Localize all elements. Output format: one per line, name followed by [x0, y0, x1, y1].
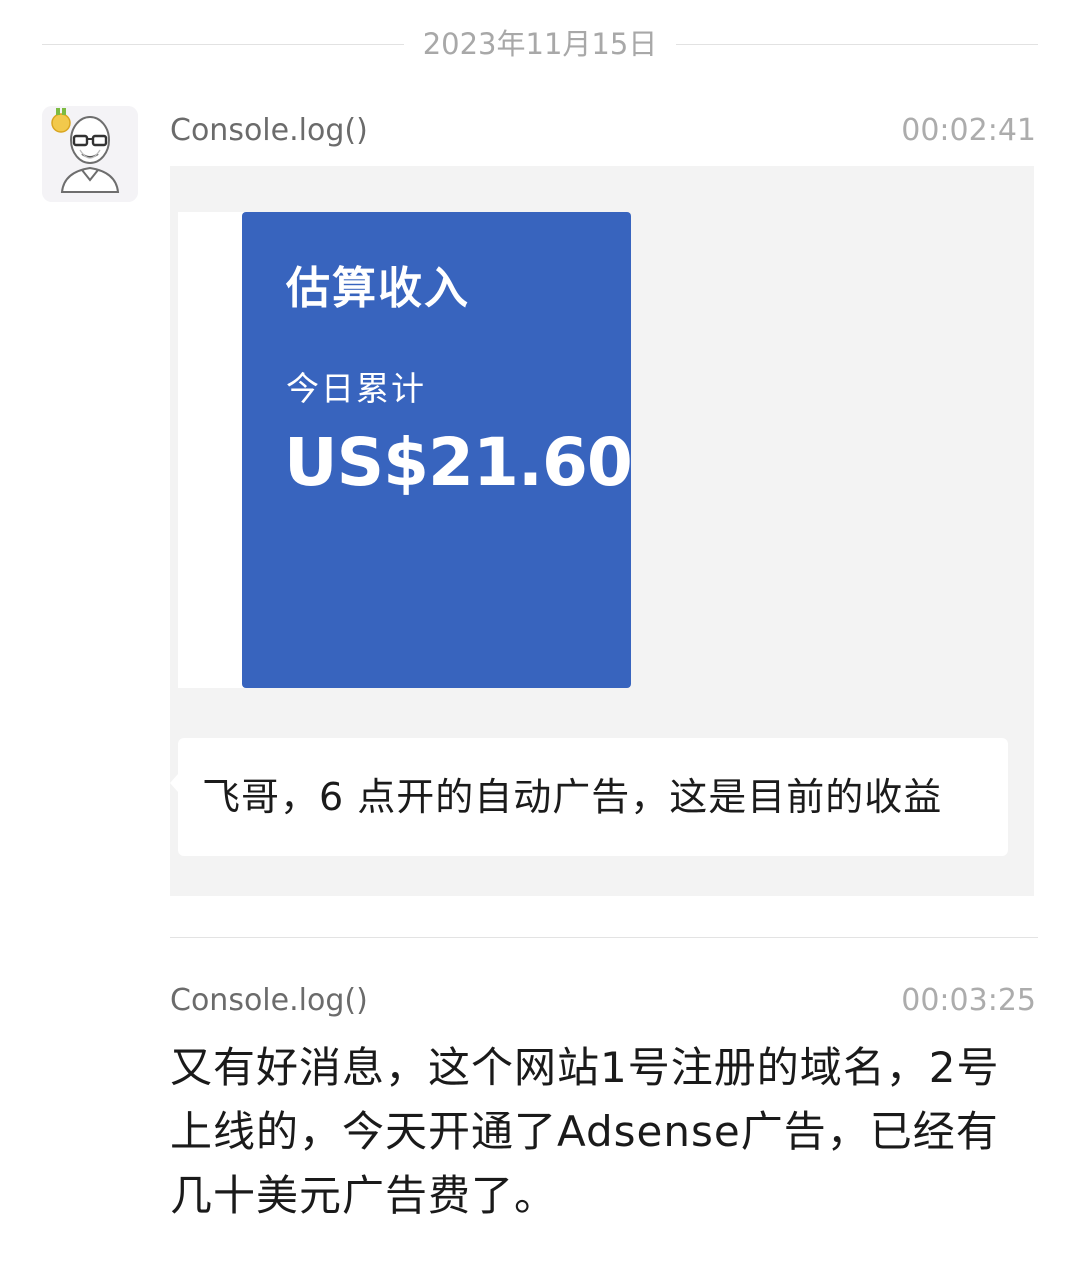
message-text: 又有好消息，这个网站1号注册的域名，2号上线的，今天开通了Adsense广告，已… [170, 1043, 1000, 1220]
divider-line-right [676, 44, 1038, 45]
message-separator [170, 937, 1038, 938]
bald-man-glasses-avatar-icon [42, 106, 138, 202]
revenue-screenshot-image[interactable]: 估算收入 今日累计 US$21.60 [242, 212, 633, 688]
screenshot-left-margin [178, 212, 248, 688]
screenshot-subtitle: 今日累计 [286, 369, 426, 408]
message-sender-name[interactable]: Console.log() [170, 980, 368, 1022]
avatar[interactable] [42, 106, 138, 202]
divider-line-left [42, 44, 404, 45]
screenshot-title: 估算收入 [286, 263, 470, 314]
quoted-text: 飞哥，6 点开的自动广告，这是目前的收益 [202, 775, 943, 819]
bubble-arrow [170, 774, 178, 792]
date-label: 2023年11月15日 [422, 27, 658, 61]
screenshot-amount: US$21.60 [284, 424, 633, 501]
quoted-text-bubble[interactable]: 飞哥，6 点开的自动广告，这是目前的收益 [170, 738, 1008, 856]
date-divider: 2023年11月15日 [42, 22, 1038, 66]
quoted-message-box[interactable]: 估算收入 今日累计 US$21.60 飞哥，6 点开的自动广告，这是目前的收益 [170, 166, 1034, 896]
message-timestamp: 00:02:41 [901, 113, 1036, 148]
message-sender-name[interactable]: Console.log() [170, 110, 368, 152]
message-timestamp: 00:03:25 [901, 983, 1036, 1018]
